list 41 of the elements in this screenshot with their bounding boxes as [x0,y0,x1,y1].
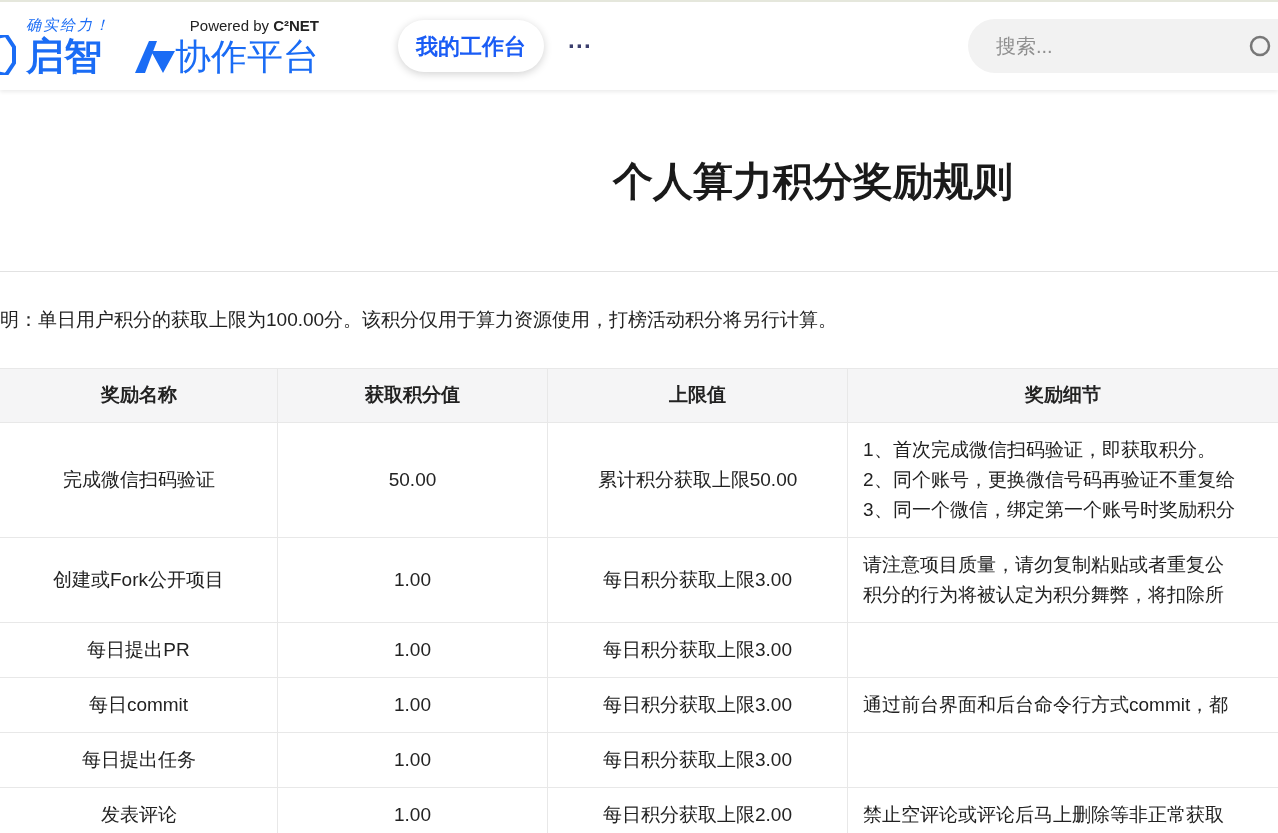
column-header: 奖励名称 [100,383,177,408]
brand-text: 启智 [26,36,103,75]
table-cell-text: 每日commit [88,692,189,717]
table-cell-text: 每日积分获取上限2.00 [603,802,792,827]
more-button[interactable]: ··· [568,34,592,58]
table-cell-text: 1.00 [394,747,431,772]
detail-line: 积分的行为将被认定为积分舞弊，将扣除所 [863,583,1225,607]
table-cell-text: 每日提出PR [87,637,190,662]
table-cell-text: 1.00 [394,692,431,717]
workspace-button[interactable]: 我的工作台 [398,20,544,72]
table-cell-text: 累计积分获取上限50.00 [597,467,798,492]
page-title: 个人算力积分奖励规则 [613,157,1013,205]
notice-text: 明：单日用户积分的获取上限为100.00分。该积分仅用于算力资源使用，打榜活动积分将另行计算。 [0,307,838,332]
column-header: 获取积分值 [365,383,460,408]
table-cell-text: 1.00 [394,802,431,827]
powered-by-text: Powered by C²NET [189,17,319,33]
column-header: 上限值 [669,383,726,408]
detail-line: 禁止空评论或评论后马上删除等非正常获取 [863,803,1225,827]
detail-line: 1、首次完成微信扫码验证，即获取积分。 [863,438,1217,462]
table-cell-text: 发表评论 [100,802,177,827]
detail-line: 2、同个账号，更换微信号码再验证不重复给 [863,468,1236,492]
table-cell-text: 每日积分获取上限3.00 [603,637,792,662]
hexagon-logo-icon [0,35,16,75]
triangle-logo-icon [135,40,175,73]
table-cell-text: 1.00 [394,637,431,662]
detail-line: 3、同一个微信，绑定第一个账号时奖励积分 [863,498,1236,522]
table-cell-text: 50.00 [388,467,437,492]
slogan-text: 确实给力！ [26,17,111,33]
search-icon [1248,34,1272,58]
table-cell-text: 每日积分获取上限3.00 [603,567,792,592]
detail-line: 请注意项目质量，请勿复制粘贴或者重复公 [863,553,1225,577]
table-cell-text: 每日提出任务 [81,747,196,772]
search-field[interactable]: 搜索... [968,19,1278,73]
table-cell-text: 每日积分获取上限3.00 [603,692,792,717]
platform-text: 协作平台 [175,38,319,75]
column-header: 奖励细节 [1025,383,1101,408]
detail-line: 通过前台界面和后台命令行方式commit，都 [863,693,1230,717]
table-cell-text: 每日积分获取上限3.00 [603,747,792,772]
table-cell-text: 完成微信扫码验证 [62,467,215,492]
table-cell-text: 1.00 [394,567,431,592]
table-cell-text: 创建或Fork公开项目 [53,567,224,592]
